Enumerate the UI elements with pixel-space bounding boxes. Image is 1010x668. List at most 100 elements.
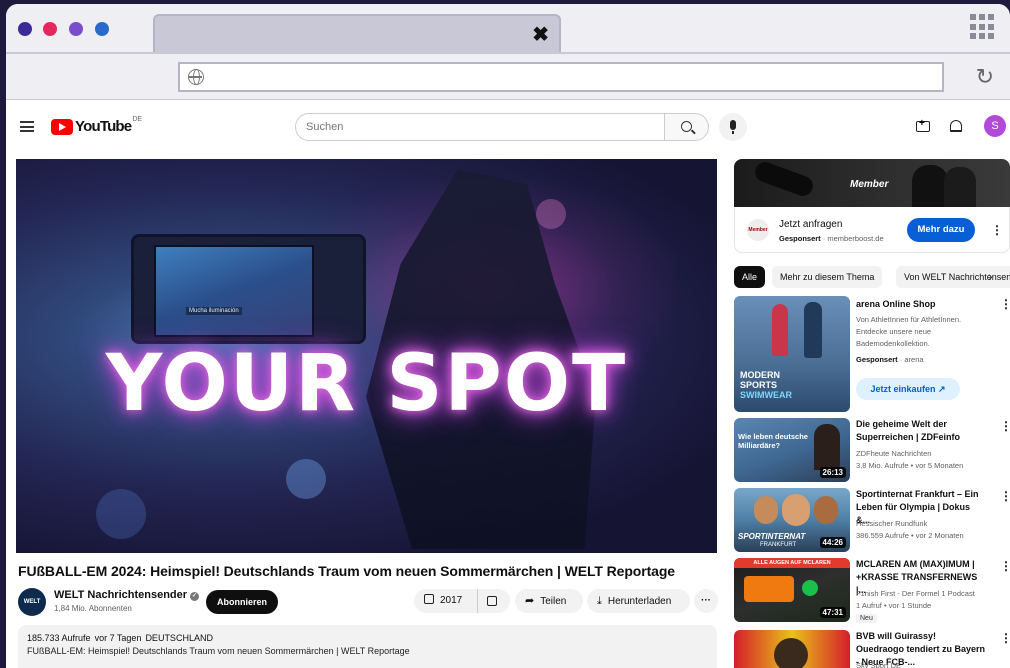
menu-icon[interactable] xyxy=(20,121,34,132)
video-player[interactable]: Mucha iluminación YOUR SPOT xyxy=(16,159,717,553)
rec-thumbnail[interactable] xyxy=(734,630,850,668)
thumb-text-line: SWIMWEAR xyxy=(740,390,792,400)
browser-titlebar: ✖ xyxy=(6,4,1010,54)
download-label: Herunterladen xyxy=(607,596,672,607)
rec-description: Von AthletInnen für AthletInnen. Entdeck… xyxy=(856,315,962,348)
channel-name-text[interactable]: WELT Nachrichtensender xyxy=(54,589,187,601)
youtube-logo[interactable]: YouTube DE xyxy=(51,116,142,135)
channel-name[interactable]: WELT Nachrichtensender ✓ xyxy=(54,589,200,601)
search-input[interactable] xyxy=(296,114,664,140)
rec-thumbnail[interactable]: ALLE AUGEN AUF MCLAREN 47:31 xyxy=(734,558,850,622)
user-avatar[interactable]: S xyxy=(984,115,1006,137)
camera-screen-label: Mucha iluminación xyxy=(186,307,242,315)
thumb-text: MODERN SPORTS SWIMWEAR xyxy=(740,370,792,400)
rec-title[interactable]: arena Online Shop xyxy=(856,298,986,311)
sponsored-label: Gesponsert xyxy=(856,355,898,364)
subscribe-button[interactable]: Abonnieren xyxy=(206,590,278,614)
rec-menu-icon[interactable]: ⋮ xyxy=(1000,632,1010,644)
player-face xyxy=(774,638,808,668)
search-icon xyxy=(681,121,692,132)
video-duration: 26:13 xyxy=(819,467,846,478)
rec-thumbnail[interactable]: Wie leben deutsche Milliardäre? 26:13 xyxy=(734,418,850,482)
video-title: FUßBALL-EM 2024: Heimspiel! Deutschlands… xyxy=(18,563,675,579)
download-icon: ⤓ xyxy=(597,595,602,607)
chip-mehr-zu-diesem-thema[interactable]: Mehr zu diesem Thema xyxy=(772,266,883,288)
athlete-figure xyxy=(754,496,778,524)
ad-sponsor-line: Gesponsert · memberboost.de xyxy=(779,234,884,243)
search-button[interactable] xyxy=(665,113,709,141)
thumb-text: Wie leben deutsche Milliardäre? xyxy=(738,432,808,450)
like-button[interactable]: 2017 xyxy=(414,589,478,613)
rec-menu-icon[interactable]: ⋮ xyxy=(1000,298,1010,310)
share-label: Teilen xyxy=(540,596,567,607)
ad-person-2 xyxy=(944,167,976,207)
apps-grid-icon[interactable] xyxy=(970,14,996,40)
rec-stats: 3,8 Mio. Aufrufe • vor 5 Monaten xyxy=(856,461,964,470)
rec-title[interactable]: Die geheime Welt der Superreichen | ZDFe… xyxy=(856,418,986,444)
rec-stats: 386.559 Aufrufe • vor 2 Monaten xyxy=(856,531,964,540)
camera-monitor: Mucha iluminación xyxy=(131,234,366,344)
rec-views: 386.559 Aufrufe xyxy=(856,531,909,540)
race-car-image xyxy=(744,576,794,602)
thumb-text: ALLE AUGEN AUF MCLAREN xyxy=(734,558,850,568)
create-video-icon[interactable] xyxy=(916,118,930,132)
rec-views: 3,8 Mio. Aufrufe xyxy=(856,461,909,470)
new-badge: Neu xyxy=(856,614,877,623)
athlete-figure xyxy=(782,494,810,526)
thumbs-down-icon[interactable] xyxy=(487,596,497,606)
address-row: ↻ xyxy=(6,54,1010,100)
athlete-figure xyxy=(814,496,838,524)
recommended-video[interactable]: ALLE AUGEN AUF MCLAREN 47:31 MCLAREN AM … xyxy=(734,558,1010,623)
like-count: 2017 xyxy=(440,595,463,606)
voice-search-button[interactable] xyxy=(719,113,747,141)
ad-card[interactable]: Member Jetzt anfragen Gesponsert · membe… xyxy=(734,207,1010,253)
sponsored-recommendation[interactable]: MODERN SPORTS SWIMWEAR arena Online Shop… xyxy=(734,296,1010,414)
window-dot-3[interactable] xyxy=(69,22,83,36)
recommended-video[interactable]: SPORTINTERNAT FRANKFURT 44:26 Sportinter… xyxy=(734,488,1010,552)
ad-menu-icon[interactable]: ⋮ xyxy=(991,224,1003,236)
rec-thumbnail[interactable]: SPORTINTERNAT FRANKFURT 44:26 xyxy=(734,488,850,552)
bokeh-light xyxy=(96,489,146,539)
url-bar[interactable] xyxy=(178,62,944,92)
view-count: 185.733 Aufrufe xyxy=(27,633,91,643)
recommended-video[interactable]: Wie leben deutsche Milliardäre? 26:13 Di… xyxy=(734,418,1010,482)
ad-domain: memberboost.de xyxy=(827,234,884,243)
jetzt-einkaufen-button[interactable]: Jetzt einkaufen ↗ xyxy=(856,378,960,400)
bokeh-light xyxy=(536,199,566,229)
rec-menu-icon[interactable]: ⋮ xyxy=(1000,560,1010,572)
ad-banner-image[interactable]: Member xyxy=(734,159,1010,207)
rec-channel[interactable]: Hessischer Rundfunk xyxy=(856,518,927,530)
description-box[interactable]: 185.733 Aufrufe vor 7 Tagen DEUTSCHLAND FU… xyxy=(18,625,717,668)
video-overlay-text: YOUR SPOT xyxy=(105,339,628,429)
window-dot-1[interactable] xyxy=(18,22,32,36)
video-duration: 47:31 xyxy=(819,607,846,618)
chip-alle[interactable]: Alle xyxy=(734,266,766,288)
reload-icon[interactable]: ↻ xyxy=(976,64,994,90)
rec-age: vor 2 Monaten xyxy=(915,531,964,540)
bokeh-light xyxy=(286,459,326,499)
thumb-text: SPORTINTERNAT xyxy=(738,532,806,541)
rec-channel[interactable]: F1nish First - Der Formel 1 Podcast xyxy=(856,588,975,600)
notifications-bell-icon[interactable] xyxy=(950,120,962,132)
rec-menu-icon[interactable]: ⋮ xyxy=(1000,490,1010,502)
thumb-text-line: SPORTS xyxy=(740,380,778,390)
shop-button-label: Jetzt einkaufen xyxy=(870,384,936,394)
rec-channel[interactable]: Sky Sport DE xyxy=(856,660,901,668)
ad-title: Jetzt anfragen xyxy=(779,219,843,230)
more-actions-button[interactable]: ··· xyxy=(694,589,718,613)
browser-tab[interactable]: ✖ xyxy=(153,14,561,52)
chevron-right-icon[interactable]: › xyxy=(988,268,993,284)
rec-thumbnail[interactable]: MODERN SPORTS SWIMWEAR xyxy=(734,296,850,412)
share-button[interactable]: ➦ Teilen xyxy=(515,589,583,613)
rec-channel[interactable]: ZDFheute Nachrichten xyxy=(856,448,931,460)
mehr-dazu-button[interactable]: Mehr dazu xyxy=(907,218,975,242)
download-button[interactable]: ⤓ Herunterladen xyxy=(587,589,690,613)
window-dot-2[interactable] xyxy=(43,22,57,36)
search-box xyxy=(295,113,665,141)
rec-menu-icon[interactable]: ⋮ xyxy=(1000,420,1010,432)
channel-avatar[interactable]: WELT xyxy=(18,588,46,616)
close-tab-icon[interactable]: ✖ xyxy=(532,22,549,47)
window-dot-4[interactable] xyxy=(95,22,109,36)
thumb-subtext: FRANKFURT xyxy=(760,542,797,548)
recommended-video[interactable]: BVB will Guirassy! Ouedraogo tendiert zu… xyxy=(734,630,1010,668)
